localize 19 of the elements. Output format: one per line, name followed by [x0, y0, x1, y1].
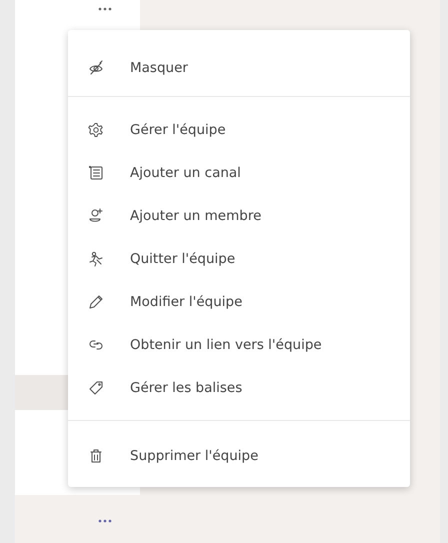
eye-slash-icon: [88, 60, 104, 76]
more-icon[interactable]: [98, 7, 112, 11]
menu-item[interactable]: Gérer les balises: [68, 366, 410, 409]
person-plus-icon: [88, 208, 104, 224]
list-icon: [88, 164, 104, 180]
pencil-icon: [88, 294, 104, 310]
menu-item[interactable]: Ajouter un membre: [68, 194, 410, 237]
running-person-icon: [88, 250, 104, 266]
trash-icon: [88, 448, 104, 464]
menu-item[interactable]: Obtenir un lien vers l'équipe: [68, 323, 410, 366]
menu-item[interactable]: Supprimer l'équipe: [68, 434, 410, 477]
gear-icon: [88, 122, 104, 138]
menu-item[interactable]: Masquer: [68, 46, 410, 89]
more-icon[interactable]: [98, 519, 112, 523]
tag-icon: [88, 380, 104, 396]
menu-item[interactable]: Ajouter un canal: [68, 151, 410, 194]
menu-item[interactable]: Modifier l'équipe: [68, 280, 410, 323]
menu-item[interactable]: Quitter l'équipe: [68, 237, 410, 280]
menu-item[interactable]: Gérer l'équipe: [68, 108, 410, 151]
